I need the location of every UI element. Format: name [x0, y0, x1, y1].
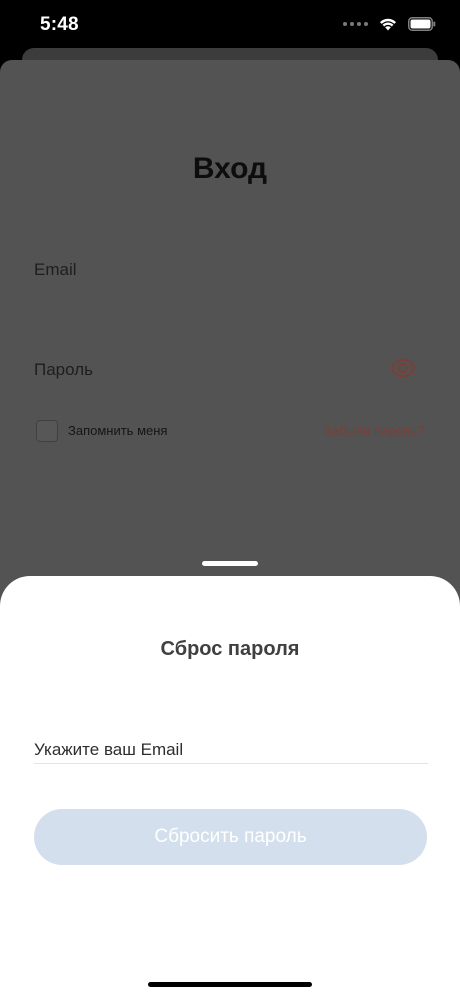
status-icons: [343, 16, 436, 32]
status-time: 5:48: [40, 14, 79, 35]
remember-me-checkbox[interactable]: [36, 420, 58, 442]
reset-sheet-title: Сброс пароля: [160, 638, 300, 660]
login-password-field[interactable]: Пароль: [34, 360, 93, 380]
wifi-icon: [380, 18, 396, 31]
home-indicator: [148, 982, 312, 987]
forgot-password-link[interactable]: Забыли пароль?: [324, 423, 424, 438]
battery-icon: [408, 17, 436, 31]
signal-dots-icon: [343, 22, 368, 26]
eye-icon[interactable]: [390, 358, 416, 378]
login-title: Вход: [192, 152, 268, 185]
reset-email-input[interactable]: [34, 736, 428, 764]
remember-me-label: Запомнить меня: [68, 423, 168, 438]
reset-password-button[interactable]: Сбросить пароль: [34, 809, 427, 865]
login-email-field[interactable]: Email: [34, 260, 77, 280]
reset-password-sheet: Сброс пароля Сбросить пароль: [0, 576, 460, 996]
status-bar: 5:48: [0, 0, 460, 50]
sheet-grabber-handle[interactable]: [202, 561, 258, 566]
